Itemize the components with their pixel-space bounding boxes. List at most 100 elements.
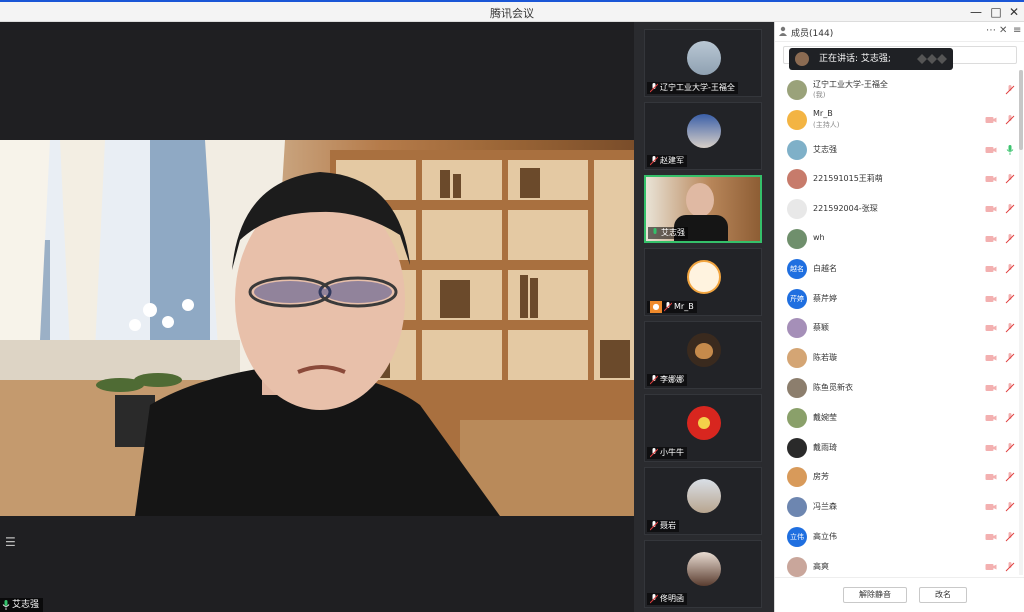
member-row[interactable]: 戴雨琦: [775, 434, 1024, 462]
participant-label: 小牛牛: [647, 447, 687, 459]
member-avatar: 立伟: [787, 527, 807, 547]
mic-muted-icon[interactable]: [1005, 293, 1015, 304]
member-row[interactable]: 戴婉莹: [775, 404, 1024, 432]
close-icon[interactable]: ✕: [1006, 4, 1022, 20]
mic-muted-icon[interactable]: [1005, 263, 1015, 274]
member-name: 221591015王莉萌: [813, 174, 883, 184]
participant-label: ● Mr_B: [647, 301, 697, 313]
member-row[interactable]: 立伟 高立伟: [775, 523, 1024, 551]
close-panel-icon[interactable]: ✕: [999, 25, 1007, 36]
mic-muted-icon[interactable]: [1005, 383, 1015, 393]
participant-tile[interactable]: 辽宁工业大学-王福全: [644, 29, 762, 97]
mic-muted-icon[interactable]: [1005, 85, 1015, 95]
participant-tile[interactable]: 佟明函: [644, 540, 762, 608]
mic-muted-icon[interactable]: [1005, 323, 1015, 333]
camera-off-icon[interactable]: [985, 353, 997, 363]
member-avatar: [787, 378, 807, 398]
window-title: 腾讯会议: [490, 7, 534, 20]
landscape-avatar: [687, 41, 721, 75]
member-avatar: [787, 109, 807, 130]
video-frame: [0, 140, 634, 516]
unmute-all-button[interactable]: 解除静音: [843, 587, 907, 603]
member-role: (我): [813, 91, 826, 99]
main-video[interactable]: [0, 140, 634, 516]
member-name: 高爽: [813, 561, 829, 571]
member-name: 冯兰森: [813, 502, 837, 512]
member-name: 蔡颖: [813, 323, 829, 333]
participant-name: 李娜娜: [660, 375, 684, 384]
dog-avatar: [687, 333, 721, 367]
mic-muted-icon: [650, 521, 658, 531]
participant-tile-active[interactable]: 艾志强: [644, 175, 762, 243]
member-row[interactable]: 陈鱼觅新衣: [775, 374, 1024, 402]
camera-off-icon[interactable]: [985, 562, 997, 572]
participant-tile[interactable]: 小牛牛: [644, 394, 762, 462]
member-name: Mr_B: [813, 108, 833, 118]
participant-tile[interactable]: 聂岩: [644, 467, 762, 535]
mic-muted-icon[interactable]: [1005, 174, 1015, 184]
scrollbar-thumb[interactable]: [1019, 70, 1023, 150]
participant-tile[interactable]: ● Mr_B: [644, 248, 762, 316]
camera-off-icon[interactable]: [985, 264, 997, 274]
speaker-avatar: [795, 52, 809, 66]
participant-tile[interactable]: 赵建军: [644, 102, 762, 170]
maximize-icon[interactable]: □: [988, 4, 1004, 20]
rename-button[interactable]: 改名: [919, 587, 967, 603]
member-row[interactable]: 辽宁工业大学-王福全 (我): [775, 76, 1024, 104]
camera-off-icon[interactable]: [985, 443, 997, 453]
participant-name: 赵建军: [660, 156, 684, 165]
member-row[interactable]: Mr_B (主持人): [775, 106, 1024, 134]
member-role: (主持人): [813, 120, 840, 129]
mic-muted-icon[interactable]: [1005, 204, 1015, 214]
camera-off-icon[interactable]: [985, 413, 997, 423]
mic-muted-icon[interactable]: [1005, 532, 1015, 542]
mic-muted-icon[interactable]: [1005, 234, 1015, 244]
mic-muted-icon[interactable]: [1005, 442, 1015, 453]
member-row[interactable]: 房芳: [775, 463, 1024, 491]
participant-name: 小牛牛: [660, 448, 684, 457]
speaker-face: [686, 183, 714, 217]
participant-label: 聂岩: [647, 520, 679, 532]
camera-off-icon[interactable]: [985, 502, 997, 512]
mic-muted-icon[interactable]: [1005, 561, 1015, 572]
menu-icon[interactable]: ≡: [1013, 25, 1021, 36]
member-row[interactable]: 蔡颖: [775, 314, 1024, 342]
member-row[interactable]: 越名 白越名: [775, 255, 1024, 283]
mic-muted-icon[interactable]: [1005, 472, 1015, 482]
mic-muted-icon[interactable]: [1005, 412, 1015, 423]
camera-off-icon[interactable]: [985, 472, 997, 482]
mic-active-icon: [653, 228, 657, 234]
participant-name: Mr_B: [674, 302, 694, 311]
member-row[interactable]: 芹婷 蔡芹婷: [775, 285, 1024, 313]
list-icon[interactable]: ☰: [5, 535, 23, 549]
minimize-icon[interactable]: —: [968, 4, 984, 20]
member-row[interactable]: 221591015王莉萌: [775, 165, 1024, 193]
member-row[interactable]: 艾志强: [775, 136, 1024, 164]
camera-off-icon[interactable]: [985, 145, 997, 155]
camera-off-icon[interactable]: [985, 234, 997, 244]
participant-tile[interactable]: 李娜娜: [644, 321, 762, 389]
camera-off-icon[interactable]: [985, 115, 997, 125]
member-list-scrollbar[interactable]: [1019, 70, 1023, 575]
more-icon[interactable]: ⋯: [986, 25, 996, 36]
member-row[interactable]: 陈若璇: [775, 344, 1024, 372]
participant-label: 赵建军: [647, 155, 687, 167]
photo-avatar: [687, 552, 721, 586]
mic-muted-icon[interactable]: [1005, 114, 1015, 125]
camera-off-icon[interactable]: [985, 174, 997, 184]
camera-off-icon[interactable]: [985, 294, 997, 304]
mic-active-icon[interactable]: [1005, 144, 1015, 155]
participant-name: 聂岩: [660, 521, 676, 530]
mic-muted-icon[interactable]: [1005, 502, 1015, 512]
member-row[interactable]: wh: [775, 225, 1024, 253]
camera-off-icon[interactable]: [985, 204, 997, 214]
mic-muted-icon[interactable]: [1005, 353, 1015, 363]
camera-off-icon[interactable]: [985, 323, 997, 333]
member-name: 戴婉莹: [813, 412, 837, 422]
mic-muted-icon: [664, 302, 672, 312]
camera-off-icon[interactable]: [985, 532, 997, 542]
camera-off-icon[interactable]: [985, 383, 997, 393]
member-row[interactable]: 221592004-张琛: [775, 195, 1024, 223]
member-row[interactable]: 冯兰森: [775, 493, 1024, 521]
member-avatar: [787, 437, 807, 458]
